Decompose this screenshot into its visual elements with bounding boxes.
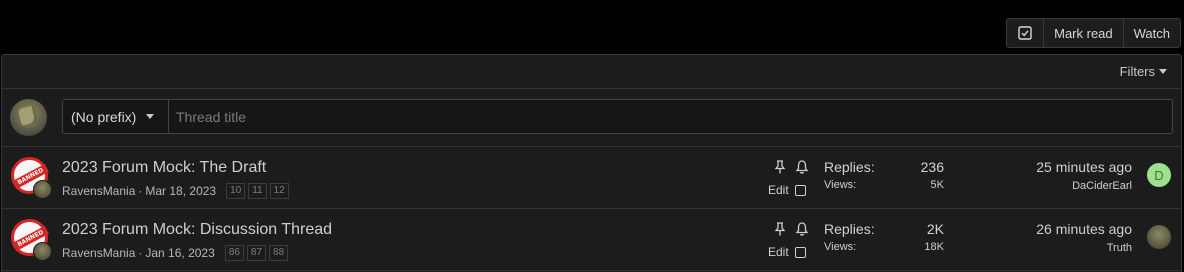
thread-author-link[interactable]: RavensMania [62, 184, 135, 198]
replies-label: Replies: [824, 221, 875, 237]
meta-separator: · [138, 246, 143, 260]
filters-label: Filters [1119, 64, 1155, 79]
pin-icon [774, 222, 786, 236]
page-link[interactable]: 11 [248, 183, 267, 199]
page-link[interactable]: 87 [246, 245, 267, 261]
thread-actions-toolbar: Mark read Watch [1006, 18, 1181, 48]
last-poster-avatar[interactable] [1147, 225, 1171, 249]
thread-meta: RavensMania · Jan 16, 2023 86 87 88 [62, 245, 289, 261]
thread-stats: Replies: 2K Views: 18K [824, 221, 944, 253]
views-count: 18K [924, 241, 944, 253]
page-jump-links: 86 87 88 [224, 245, 289, 261]
last-post-info: 26 minutes ago Truth [1036, 221, 1132, 254]
select-thread-checkbox[interactable] [794, 184, 806, 196]
views-label: Views: [824, 241, 857, 253]
replies-count: 2K [926, 221, 944, 237]
caret-down-icon [146, 114, 155, 119]
thread-author-link[interactable]: RavensMania [62, 246, 135, 260]
pin-icon [774, 160, 786, 174]
thread-stats: Replies: 236 Views: 5K [824, 159, 944, 191]
bell-icon[interactable] [794, 221, 810, 237]
page-link[interactable]: 12 [269, 183, 289, 199]
quick-thread-row: (No prefix) [2, 89, 1181, 147]
last-post-time-link[interactable]: 25 minutes ago [1036, 159, 1132, 175]
bell-icon[interactable] [794, 159, 810, 175]
thread-edit-line: Edit [768, 183, 806, 197]
select-thread-checkbox[interactable] [794, 246, 806, 258]
edit-link[interactable]: Edit [768, 245, 789, 259]
quick-thread-input-group: (No prefix) [62, 99, 1173, 134]
thread-date-link[interactable]: Jan 16, 2023 [145, 246, 214, 260]
filter-bar: Filters [2, 55, 1181, 89]
thread-edit-line: Edit [768, 245, 806, 259]
page-link[interactable]: 88 [269, 245, 289, 261]
page-link[interactable]: 86 [224, 245, 244, 261]
views-label: Views: [824, 179, 857, 191]
last-post-info: 25 minutes ago DaCiderEarl [1036, 159, 1132, 192]
page-link[interactable]: 10 [226, 183, 246, 199]
current-user-avatar[interactable] [10, 99, 47, 136]
thread-status-icons [772, 221, 810, 237]
user-mini-avatar [33, 180, 52, 199]
thread-title-input[interactable] [169, 100, 1172, 133]
views-count: 5K [930, 179, 944, 191]
watch-button[interactable]: Watch [1122, 19, 1180, 47]
checkbox-icon [1018, 26, 1032, 40]
last-post-user-link[interactable]: Truth [1036, 242, 1132, 254]
last-post-time-link[interactable]: 26 minutes ago [1036, 221, 1132, 237]
caret-down-icon [1159, 69, 1167, 74]
select-threads-button[interactable] [1007, 19, 1043, 47]
last-post-user-link[interactable]: DaCiderEarl [1036, 180, 1132, 192]
thread-title-link[interactable]: 2023 Forum Mock: Discussion Thread [62, 221, 332, 239]
meta-separator: · [138, 184, 143, 198]
edit-link[interactable]: Edit [768, 183, 789, 197]
thread-row: BANNED 2023 Forum Mock: The Draft Ravens… [2, 147, 1181, 209]
replies-label: Replies: [824, 159, 875, 175]
prefix-value: (No prefix) [71, 108, 137, 125]
thread-list-block: Filters (No prefix) BANNED 2023 Forum Mo… [1, 54, 1182, 272]
prefix-select[interactable]: (No prefix) [63, 100, 169, 133]
page-jump-links: 10 11 12 [226, 183, 289, 199]
user-mini-avatar [33, 242, 52, 261]
replies-count: 236 [920, 159, 944, 175]
thread-meta: RavensMania · Mar 18, 2023 10 11 12 [62, 183, 289, 199]
thread-row: BANNED 2023 Forum Mock: Discussion Threa… [2, 209, 1181, 271]
last-poster-avatar[interactable]: D [1147, 163, 1171, 187]
thread-status-icons [772, 159, 810, 175]
thread-title-link[interactable]: 2023 Forum Mock: The Draft [62, 159, 266, 177]
filters-dropdown[interactable]: Filters [1120, 64, 1167, 79]
thread-date-link[interactable]: Mar 18, 2023 [145, 184, 216, 198]
mark-read-button[interactable]: Mark read [1043, 19, 1123, 47]
